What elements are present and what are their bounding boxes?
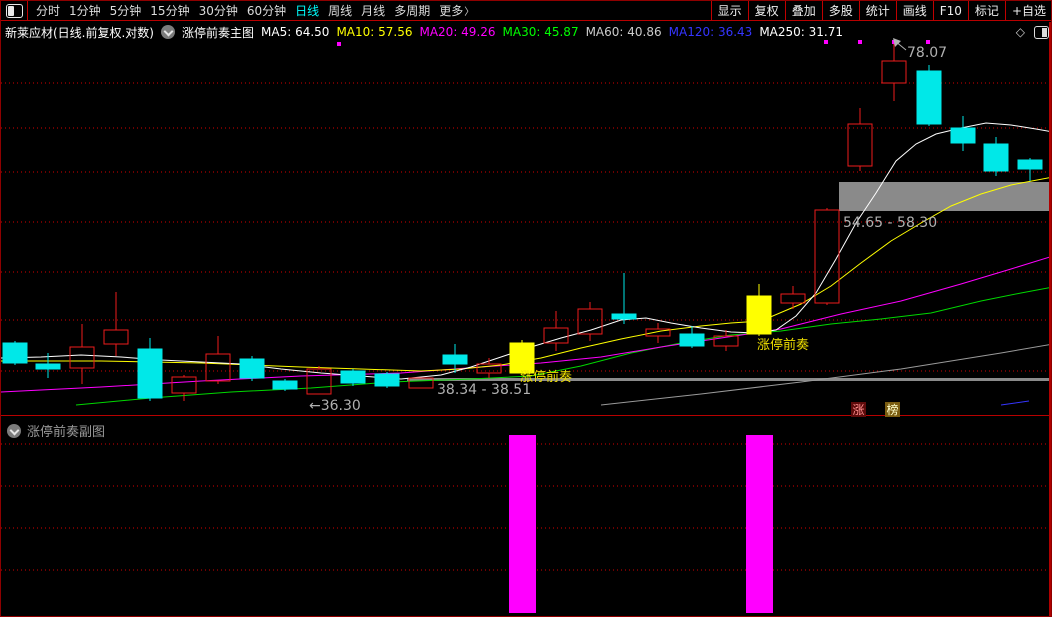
limit-up-dot (824, 40, 828, 44)
zhang-badge[interactable]: 涨 (851, 402, 866, 417)
sub-chart-pane: 涨停前奏副图 (1, 416, 1052, 616)
chevron-down-icon[interactable] (161, 25, 175, 39)
split-panel-icon[interactable] (1034, 25, 1049, 39)
candle-down (611, 313, 637, 320)
price-annotation: ←36.30 (309, 398, 361, 414)
candle-down (340, 370, 366, 384)
chevron-down-icon[interactable] (7, 423, 21, 438)
signal-label: 涨停前奏 (757, 337, 809, 353)
candle-up (69, 346, 95, 369)
chart-right-border (1049, 22, 1051, 616)
sub-chart-header: 涨停前奏副图 (7, 421, 105, 440)
price-annotation: 78.07 (907, 45, 947, 61)
limit-up-dot (926, 40, 930, 44)
bang-badge[interactable]: 榜 (885, 402, 900, 417)
menu-button-+自选[interactable]: +自选 (1004, 1, 1051, 20)
menu-button-叠加[interactable]: 叠加 (784, 1, 822, 20)
ma-legend-item: MA20: 49.26 (419, 25, 496, 39)
top-menubar: 分时 1分钟 5分钟 15分钟 30分钟 60分钟 日线 周线 月线 多周期 更多〉 显示 复权 叠加多… (1, 1, 1051, 21)
menu-button-画线[interactable]: 画线 (895, 1, 933, 20)
ma-legend: MA5: 64.50 MA10: 57.56 MA20: 49.26 MA30: 45… (261, 25, 843, 39)
candle-up (543, 327, 569, 344)
limit-up-dot (337, 42, 341, 46)
chevron-right-icon: 〉 (464, 7, 475, 18)
main-chart-pane: 78.07 54.65 - 58.30 38.34 - 38.51 ←36.30 涨停前… (1, 22, 1052, 417)
ma-legend-item: MA60: 40.86 (585, 25, 662, 39)
signal-label: 涨停前奏 (520, 369, 572, 385)
signal-bar (746, 435, 773, 613)
menu-item-更多[interactable]: 更多〉 (439, 2, 474, 19)
chart-legend-row: 新莱应材(日线.前复权.对数) 涨停前奏主图 MA5: 64.50 MA10: 5… (5, 24, 1049, 40)
menu-item-15分钟[interactable]: 15分钟 (150, 2, 189, 19)
candle-up (171, 376, 197, 394)
candle-down (2, 342, 28, 364)
legend-corner: ◇ (1016, 25, 1049, 39)
sidebar-toggle-icon[interactable] (6, 3, 23, 18)
menu-item-月线[interactable]: 月线 (361, 2, 385, 19)
candle-up (881, 60, 907, 84)
limit-up-dot (858, 40, 862, 44)
candle-up (205, 353, 231, 382)
candle-signal (509, 342, 535, 374)
candle-down (679, 333, 705, 347)
menu-item-30分钟[interactable]: 30分钟 (199, 2, 238, 19)
ma-legend-item: MA250: 31.71 (759, 25, 843, 39)
candle-up (847, 123, 873, 167)
menubar-divider (27, 1, 28, 20)
menu-button-复权[interactable]: 复权 (747, 1, 785, 20)
candle-down (950, 127, 976, 144)
menu-item-日线[interactable]: 日线 (295, 2, 319, 19)
menu-item-周线[interactable]: 周线 (328, 2, 352, 19)
candle-down (272, 380, 298, 390)
candle-up (103, 329, 129, 345)
main-indicator-label: 涨停前奏主图 (182, 25, 255, 40)
candle-down (137, 348, 163, 399)
sub-indicator-label: 涨停前奏副图 (27, 425, 106, 440)
main-price-chart[interactable]: 78.07 54.65 - 58.30 38.34 - 38.51 ←36.30 涨停前… (1, 22, 1052, 415)
diamond-icon[interactable]: ◇ (1016, 25, 1025, 39)
candle-down (983, 143, 1009, 172)
menu-button-多股[interactable]: 多股 (821, 1, 859, 20)
candle-down (374, 373, 400, 387)
candle-down (442, 354, 468, 365)
app-window: 分时 1分钟 5分钟 15分钟 30分钟 60分钟 日线 周线 月线 多周期 更多〉 显示 复权 叠加多… (0, 0, 1052, 617)
menu-button-统计[interactable]: 统计 (858, 1, 896, 20)
ma-line-ma5 (1, 122, 1051, 380)
candle-down (239, 358, 265, 379)
sub-indicator-chart[interactable] (1, 416, 1052, 616)
ma-legend-item: MA5: 64.50 (261, 25, 330, 39)
price-annotation: 38.34 - 38.51 (437, 382, 531, 398)
menu-button-显示[interactable]: 显示 (710, 1, 748, 20)
menu-item-多周期[interactable]: 多周期 (394, 2, 430, 19)
candle-signal (746, 295, 772, 335)
period-menu: 分时 1分钟 5分钟 15分钟 30分钟 60分钟 日线 周线 月线 多周期 更多〉 (36, 2, 474, 19)
menu-item-1分钟[interactable]: 1分钟 (69, 2, 101, 19)
menu-item-分时[interactable]: 分时 (36, 2, 60, 19)
signal-bar (509, 435, 536, 613)
symbol-title: 新莱应材(日线.前复权.对数) (5, 25, 154, 40)
tools-menu: 显示 复权 叠加 多股 统计 画线 F10 标记 +自选 (710, 1, 1051, 20)
menu-button-F10[interactable]: F10 (932, 1, 968, 20)
ma-line-ma30 (75, 286, 1051, 406)
candle-down (35, 363, 61, 370)
menu-item-60分钟[interactable]: 60分钟 (247, 2, 286, 19)
menu-button-标记[interactable]: 标记 (967, 1, 1005, 20)
ma-legend-item: MA10: 57.56 (336, 25, 413, 39)
price-annotation: 54.65 - 58.30 (843, 215, 937, 231)
candle-up (780, 293, 806, 304)
price-band (407, 378, 1051, 381)
price-band (839, 182, 1051, 211)
ma-line-ma60 (600, 343, 1051, 406)
menu-item-5分钟[interactable]: 5分钟 (110, 2, 142, 19)
ma-legend-item: MA30: 45.87 (502, 25, 579, 39)
candle-down (1017, 159, 1043, 170)
candle-down (916, 70, 942, 125)
ma-line-ma120 (1000, 400, 1030, 406)
ma-legend-item: MA120: 36.43 (668, 25, 753, 39)
